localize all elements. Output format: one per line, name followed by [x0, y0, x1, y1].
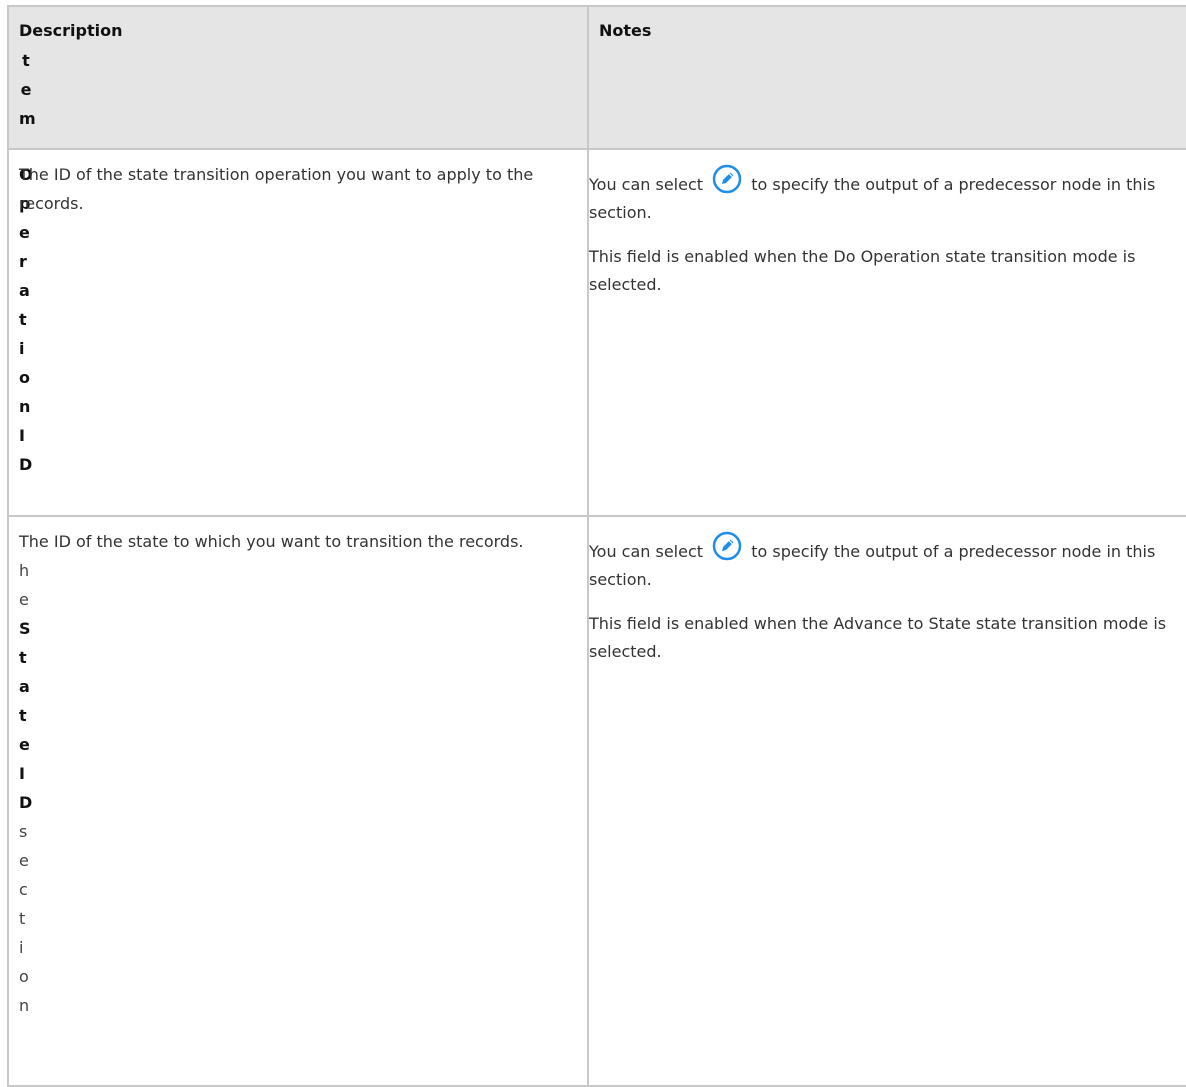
pencil-circle-icon[interactable] — [712, 164, 742, 194]
operation-notes-cell: You can select to specify the output of … — [587, 148, 1186, 517]
item-letter: t — [19, 648, 27, 667]
table-header-row: t e m Description Notes — [7, 5, 1186, 150]
item-letter: o — [19, 368, 30, 387]
state-description: The ID of the state to which you want to… — [19, 532, 524, 551]
state-notes-select: You can select to specify the output of … — [589, 531, 1186, 594]
operation-notes-enabled: This field is enabled when the Do Operat… — [589, 247, 1136, 294]
item-letter: c — [19, 880, 28, 899]
item-letter: D — [19, 793, 33, 812]
item-letter: e — [19, 851, 29, 870]
item-letter: n — [19, 397, 31, 416]
item-letter: t — [19, 310, 27, 329]
notes-text: You can select — [589, 175, 704, 194]
state-description-cell: ​ h e S t a t e I D s e c t i — [7, 515, 589, 1087]
item-letter: D — [19, 455, 33, 474]
item-letter: i — [19, 339, 25, 358]
item-letter: I — [19, 764, 25, 783]
header-item-letter: t — [22, 51, 30, 70]
item-letter: e — [19, 735, 30, 754]
state-item-letters: ​ h e S t a t e I D s e c t i — [19, 527, 33, 1020]
item-letter: t — [19, 706, 27, 725]
header-notes: Notes — [599, 21, 652, 40]
item-letter: o — [19, 967, 29, 986]
item-letter: e — [19, 223, 30, 242]
state-notes-enabled: This field is enabled when the Advance t… — [589, 614, 1167, 661]
item-letter: r — [19, 252, 27, 271]
operation-notes-select: You can select to specify the output of … — [589, 164, 1186, 227]
pencil-circle-icon[interactable] — [712, 531, 742, 561]
header-item-letters: t e m — [19, 46, 36, 133]
header-notes-cell: Notes — [587, 5, 1186, 150]
item-letter: a — [19, 281, 30, 300]
parameters-table: t e m Description Notes O p e r a t i o … — [7, 5, 1186, 1087]
item-letter: I — [19, 426, 25, 445]
item-letter: a — [19, 677, 30, 696]
item-letter: S — [19, 619, 31, 638]
state-notes-cell: You can select to specify the output of … — [587, 515, 1186, 1087]
header-description: Description — [19, 21, 123, 40]
operation-description: The ID of the state transition operation… — [19, 165, 534, 213]
table-row-operation-id: O p e r a t i o n I D The ID of the stat… — [7, 148, 1186, 517]
item-letter: i — [19, 938, 24, 957]
item-letter: e — [19, 590, 29, 609]
table-row-state-id: ​ h e S t a t e I D s e c t i — [7, 515, 1186, 1087]
item-letter: n — [19, 996, 30, 1015]
header-item-letter: e — [20, 80, 32, 99]
operation-description-cell: O p e r a t i o n I D The ID of the stat… — [7, 148, 589, 517]
notes-text: You can select — [589, 542, 704, 561]
item-letter: h — [19, 561, 30, 580]
item-letter: s — [19, 822, 28, 841]
header-description-cell: t e m Description — [7, 5, 589, 150]
header-item-letter: m — [19, 109, 36, 128]
item-letter: t — [19, 909, 26, 928]
